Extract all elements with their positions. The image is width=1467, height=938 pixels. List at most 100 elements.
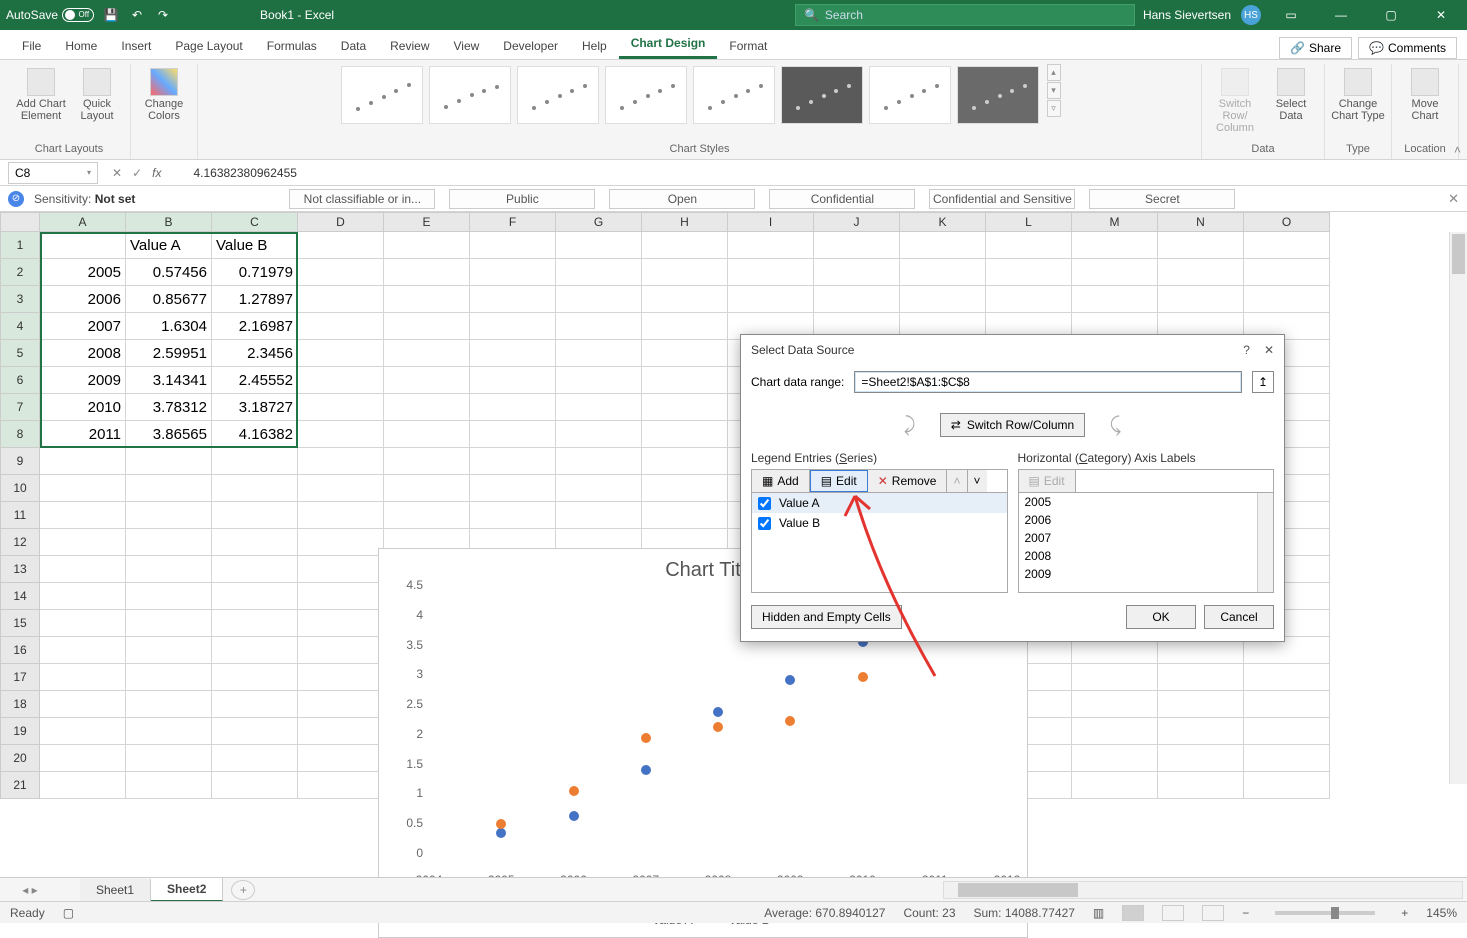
cell-C3[interactable]: 1.27897 bbox=[212, 286, 298, 313]
hidden-empty-cells-button[interactable]: Hidden and Empty Cells bbox=[751, 605, 902, 629]
cell-A10[interactable] bbox=[40, 475, 126, 502]
column-header-F[interactable]: F bbox=[470, 212, 556, 232]
cell-A16[interactable] bbox=[40, 637, 126, 664]
cell-D11[interactable] bbox=[298, 502, 384, 529]
tab-formulas[interactable]: Formulas bbox=[255, 33, 329, 59]
cell-E3[interactable] bbox=[384, 286, 470, 313]
row-header-11[interactable]: 11 bbox=[0, 502, 40, 529]
cell-C11[interactable] bbox=[212, 502, 298, 529]
series-move-up-button[interactable]: ˄ bbox=[947, 470, 967, 492]
tab-insert[interactable]: Insert bbox=[109, 33, 163, 59]
row-header-9[interactable]: 9 bbox=[0, 448, 40, 475]
cell-A17[interactable] bbox=[40, 664, 126, 691]
cell-A2[interactable]: 2005 bbox=[40, 259, 126, 286]
cell-B15[interactable] bbox=[126, 610, 212, 637]
cell-M3[interactable] bbox=[1072, 286, 1158, 313]
cell-N2[interactable] bbox=[1158, 259, 1244, 286]
column-header-D[interactable]: D bbox=[298, 212, 384, 232]
select-data-button[interactable]: Select Data bbox=[1264, 64, 1318, 122]
cell-C17[interactable] bbox=[212, 664, 298, 691]
cell-A15[interactable] bbox=[40, 610, 126, 637]
cell-O17[interactable] bbox=[1244, 664, 1330, 691]
macro-record-icon[interactable]: ▢ bbox=[63, 906, 74, 920]
move-chart-button[interactable]: Move Chart bbox=[1398, 64, 1452, 122]
row-header-13[interactable]: 13 bbox=[0, 556, 40, 583]
row-header-6[interactable]: 6 bbox=[0, 367, 40, 394]
cell-G1[interactable] bbox=[556, 232, 642, 259]
chart-styles-nav[interactable]: ▴▾▿ bbox=[1047, 64, 1061, 117]
chart-style-3[interactable] bbox=[517, 66, 599, 124]
row-header-7[interactable]: 7 bbox=[0, 394, 40, 421]
row-header-2[interactable]: 2 bbox=[0, 259, 40, 286]
row-header-10[interactable]: 10 bbox=[0, 475, 40, 502]
cell-I3[interactable] bbox=[728, 286, 814, 313]
series-remove-button[interactable]: ✕ Remove bbox=[868, 470, 948, 492]
row-header-12[interactable]: 12 bbox=[0, 529, 40, 556]
horizontal-scrollbar[interactable] bbox=[943, 881, 1463, 899]
series-item-value-b[interactable]: Value B bbox=[752, 513, 1007, 533]
zoom-slider[interactable] bbox=[1275, 911, 1375, 915]
cell-A11[interactable] bbox=[40, 502, 126, 529]
column-header-N[interactable]: N bbox=[1158, 212, 1244, 232]
cell-G5[interactable] bbox=[556, 340, 642, 367]
cell-B11[interactable] bbox=[126, 502, 212, 529]
cell-D5[interactable] bbox=[298, 340, 384, 367]
fx-icon[interactable]: fx bbox=[152, 166, 169, 180]
page-layout-view-button[interactable] bbox=[1162, 905, 1184, 921]
collapse-dialog-icon[interactable]: ↥ bbox=[1252, 371, 1274, 393]
cell-O19[interactable] bbox=[1244, 718, 1330, 745]
cell-E6[interactable] bbox=[384, 367, 470, 394]
add-sheet-button[interactable]: + bbox=[231, 880, 255, 900]
cell-C8[interactable]: 4.16382 bbox=[212, 421, 298, 448]
column-header-G[interactable]: G bbox=[556, 212, 642, 232]
category-item[interactable]: 2007 bbox=[1019, 529, 1274, 547]
tab-data[interactable]: Data bbox=[329, 33, 378, 59]
category-item[interactable]: 2006 bbox=[1019, 511, 1274, 529]
cell-L2[interactable] bbox=[986, 259, 1072, 286]
cell-A1[interactable] bbox=[40, 232, 126, 259]
sensitivity-public[interactable]: Public bbox=[449, 189, 595, 209]
cell-C15[interactable] bbox=[212, 610, 298, 637]
cell-N1[interactable] bbox=[1158, 232, 1244, 259]
row-header-19[interactable]: 19 bbox=[0, 718, 40, 745]
cell-N20[interactable] bbox=[1158, 745, 1244, 772]
share-button[interactable]: 🔗 Share bbox=[1279, 37, 1352, 59]
add-chart-element-button[interactable]: Add Chart Element bbox=[14, 64, 68, 122]
cell-J3[interactable] bbox=[814, 286, 900, 313]
tab-home[interactable]: Home bbox=[53, 33, 109, 59]
cell-B18[interactable] bbox=[126, 691, 212, 718]
cell-N18[interactable] bbox=[1158, 691, 1244, 718]
tab-developer[interactable]: Developer bbox=[491, 33, 570, 59]
cell-O3[interactable] bbox=[1244, 286, 1330, 313]
cell-O2[interactable] bbox=[1244, 259, 1330, 286]
cell-C6[interactable]: 2.45552 bbox=[212, 367, 298, 394]
cell-O1[interactable] bbox=[1244, 232, 1330, 259]
cell-D9[interactable] bbox=[298, 448, 384, 475]
cell-M20[interactable] bbox=[1072, 745, 1158, 772]
cell-D6[interactable] bbox=[298, 367, 384, 394]
cell-O18[interactable] bbox=[1244, 691, 1330, 718]
row-header-20[interactable]: 20 bbox=[0, 745, 40, 772]
series-item-value-a[interactable]: Value A bbox=[752, 493, 1007, 513]
cell-E7[interactable] bbox=[384, 394, 470, 421]
cell-D19[interactable] bbox=[298, 718, 384, 745]
cell-C12[interactable] bbox=[212, 529, 298, 556]
cell-F1[interactable] bbox=[470, 232, 556, 259]
cell-H2[interactable] bbox=[642, 259, 728, 286]
cell-D8[interactable] bbox=[298, 421, 384, 448]
search-box[interactable]: 🔍 Search bbox=[795, 4, 1135, 26]
cell-D4[interactable] bbox=[298, 313, 384, 340]
ok-button[interactable]: OK bbox=[1126, 605, 1196, 629]
cell-H5[interactable] bbox=[642, 340, 728, 367]
cell-A20[interactable] bbox=[40, 745, 126, 772]
cell-E8[interactable] bbox=[384, 421, 470, 448]
column-header-C[interactable]: C bbox=[212, 212, 298, 232]
cell-A6[interactable]: 2009 bbox=[40, 367, 126, 394]
cell-A14[interactable] bbox=[40, 583, 126, 610]
cell-C2[interactable]: 0.71979 bbox=[212, 259, 298, 286]
category-item[interactable]: 2009 bbox=[1019, 565, 1274, 583]
cell-N17[interactable] bbox=[1158, 664, 1244, 691]
cell-B14[interactable] bbox=[126, 583, 212, 610]
column-header-I[interactable]: I bbox=[728, 212, 814, 232]
cell-A8[interactable]: 2011 bbox=[40, 421, 126, 448]
